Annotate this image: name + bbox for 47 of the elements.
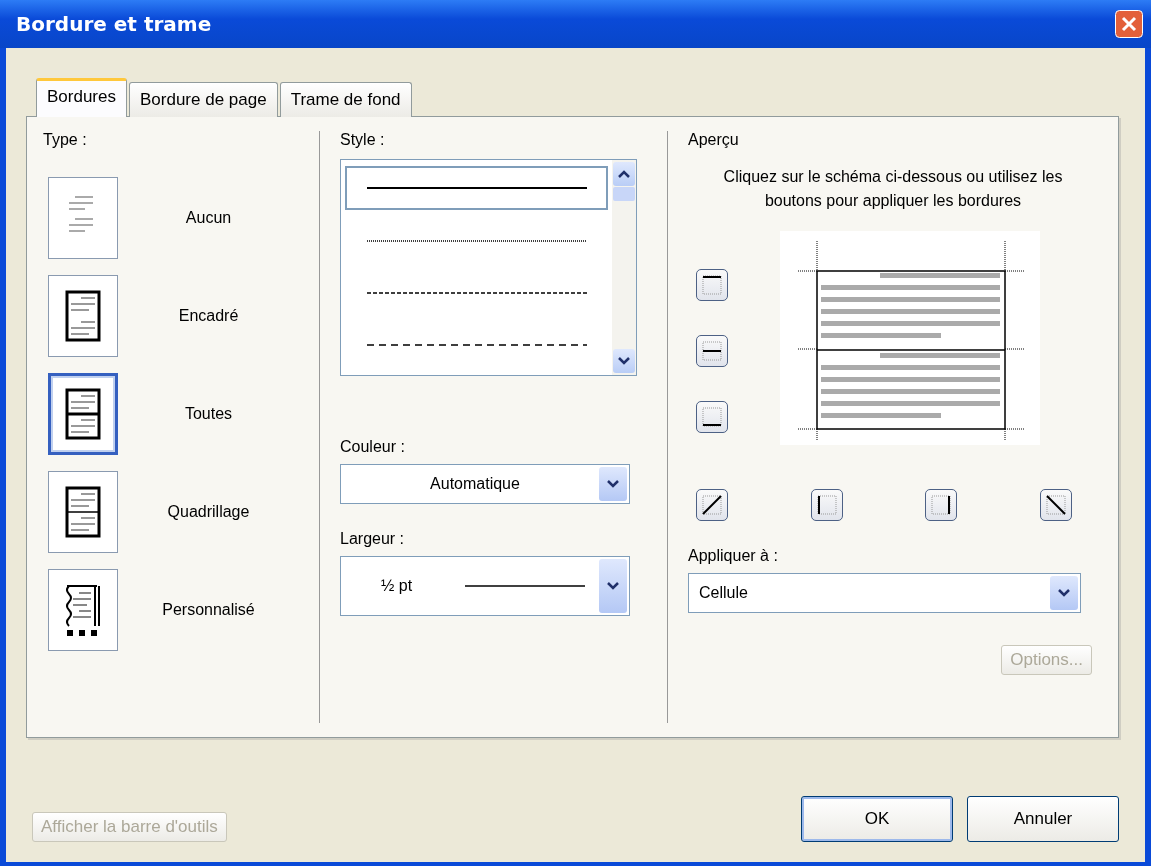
border-type-button[interactable] (48, 471, 118, 553)
scrollbar[interactable] (612, 160, 636, 375)
chevron-down-icon[interactable] (618, 357, 630, 365)
border-type-label: Encadré (177, 307, 240, 325)
chevron-up-icon[interactable] (618, 170, 630, 178)
chevron-down-icon[interactable] (1058, 589, 1070, 597)
border-type-label: Personnalisé (161, 601, 256, 619)
line-style-option[interactable] (345, 166, 608, 210)
apply-to-label: Appliquer à : (688, 547, 778, 565)
close-icon[interactable] (1115, 10, 1143, 38)
border-type-label: Aucun (184, 209, 233, 227)
line-sample-icon (366, 186, 587, 190)
type-label: Type : (43, 131, 87, 149)
dialog-button[interactable]: OK (801, 796, 953, 842)
line-sample-icon (366, 291, 587, 295)
tab[interactable]: Bordure de page (129, 82, 278, 117)
width-label: Largeur : (340, 530, 405, 548)
color-label: Couleur : (340, 438, 405, 456)
color-dropdown[interactable]: Automatique (340, 464, 630, 504)
border-type-button[interactable] (48, 569, 118, 651)
tab[interactable]: Trame de fond (279, 82, 412, 117)
border-type-button[interactable] (48, 373, 118, 455)
window-title: Bordure et trame (16, 12, 212, 36)
line-sample-icon (366, 343, 587, 347)
border-toggle-button[interactable] (696, 401, 728, 433)
border-type-label: Toutes (183, 405, 234, 423)
border-toggle-button[interactable] (925, 489, 958, 521)
line-sample-icon (465, 584, 585, 588)
instruction-text: Cliquez sur le schéma ci-dessous ou utilisez les boutons pour appliquer les bordures (722, 167, 1064, 211)
scroll-thumb[interactable] (613, 187, 635, 201)
preview-label: Aperçu (688, 131, 739, 149)
preview-drawing[interactable] (780, 231, 1040, 445)
border-toggle-button[interactable] (1039, 489, 1072, 521)
chevron-down-icon[interactable] (607, 582, 619, 590)
border-toggle-button[interactable] (696, 335, 728, 367)
border-toggle-button[interactable] (696, 489, 728, 521)
border-toggle-button[interactable] (696, 269, 728, 301)
tab[interactable]: Bordures (36, 78, 127, 117)
width-dropdown[interactable]: ½ pt (340, 556, 630, 616)
apply-to-dropdown[interactable]: Cellule (688, 573, 1081, 613)
chevron-down-icon[interactable] (607, 480, 619, 488)
border-type-label: Quadrillage (166, 503, 251, 521)
dialog-button[interactable]: Annuler (967, 796, 1119, 842)
border-toggle-button[interactable] (810, 489, 843, 521)
style-label: Style : (340, 131, 385, 149)
border-type-button[interactable] (48, 275, 118, 357)
line-sample-icon (366, 239, 587, 243)
